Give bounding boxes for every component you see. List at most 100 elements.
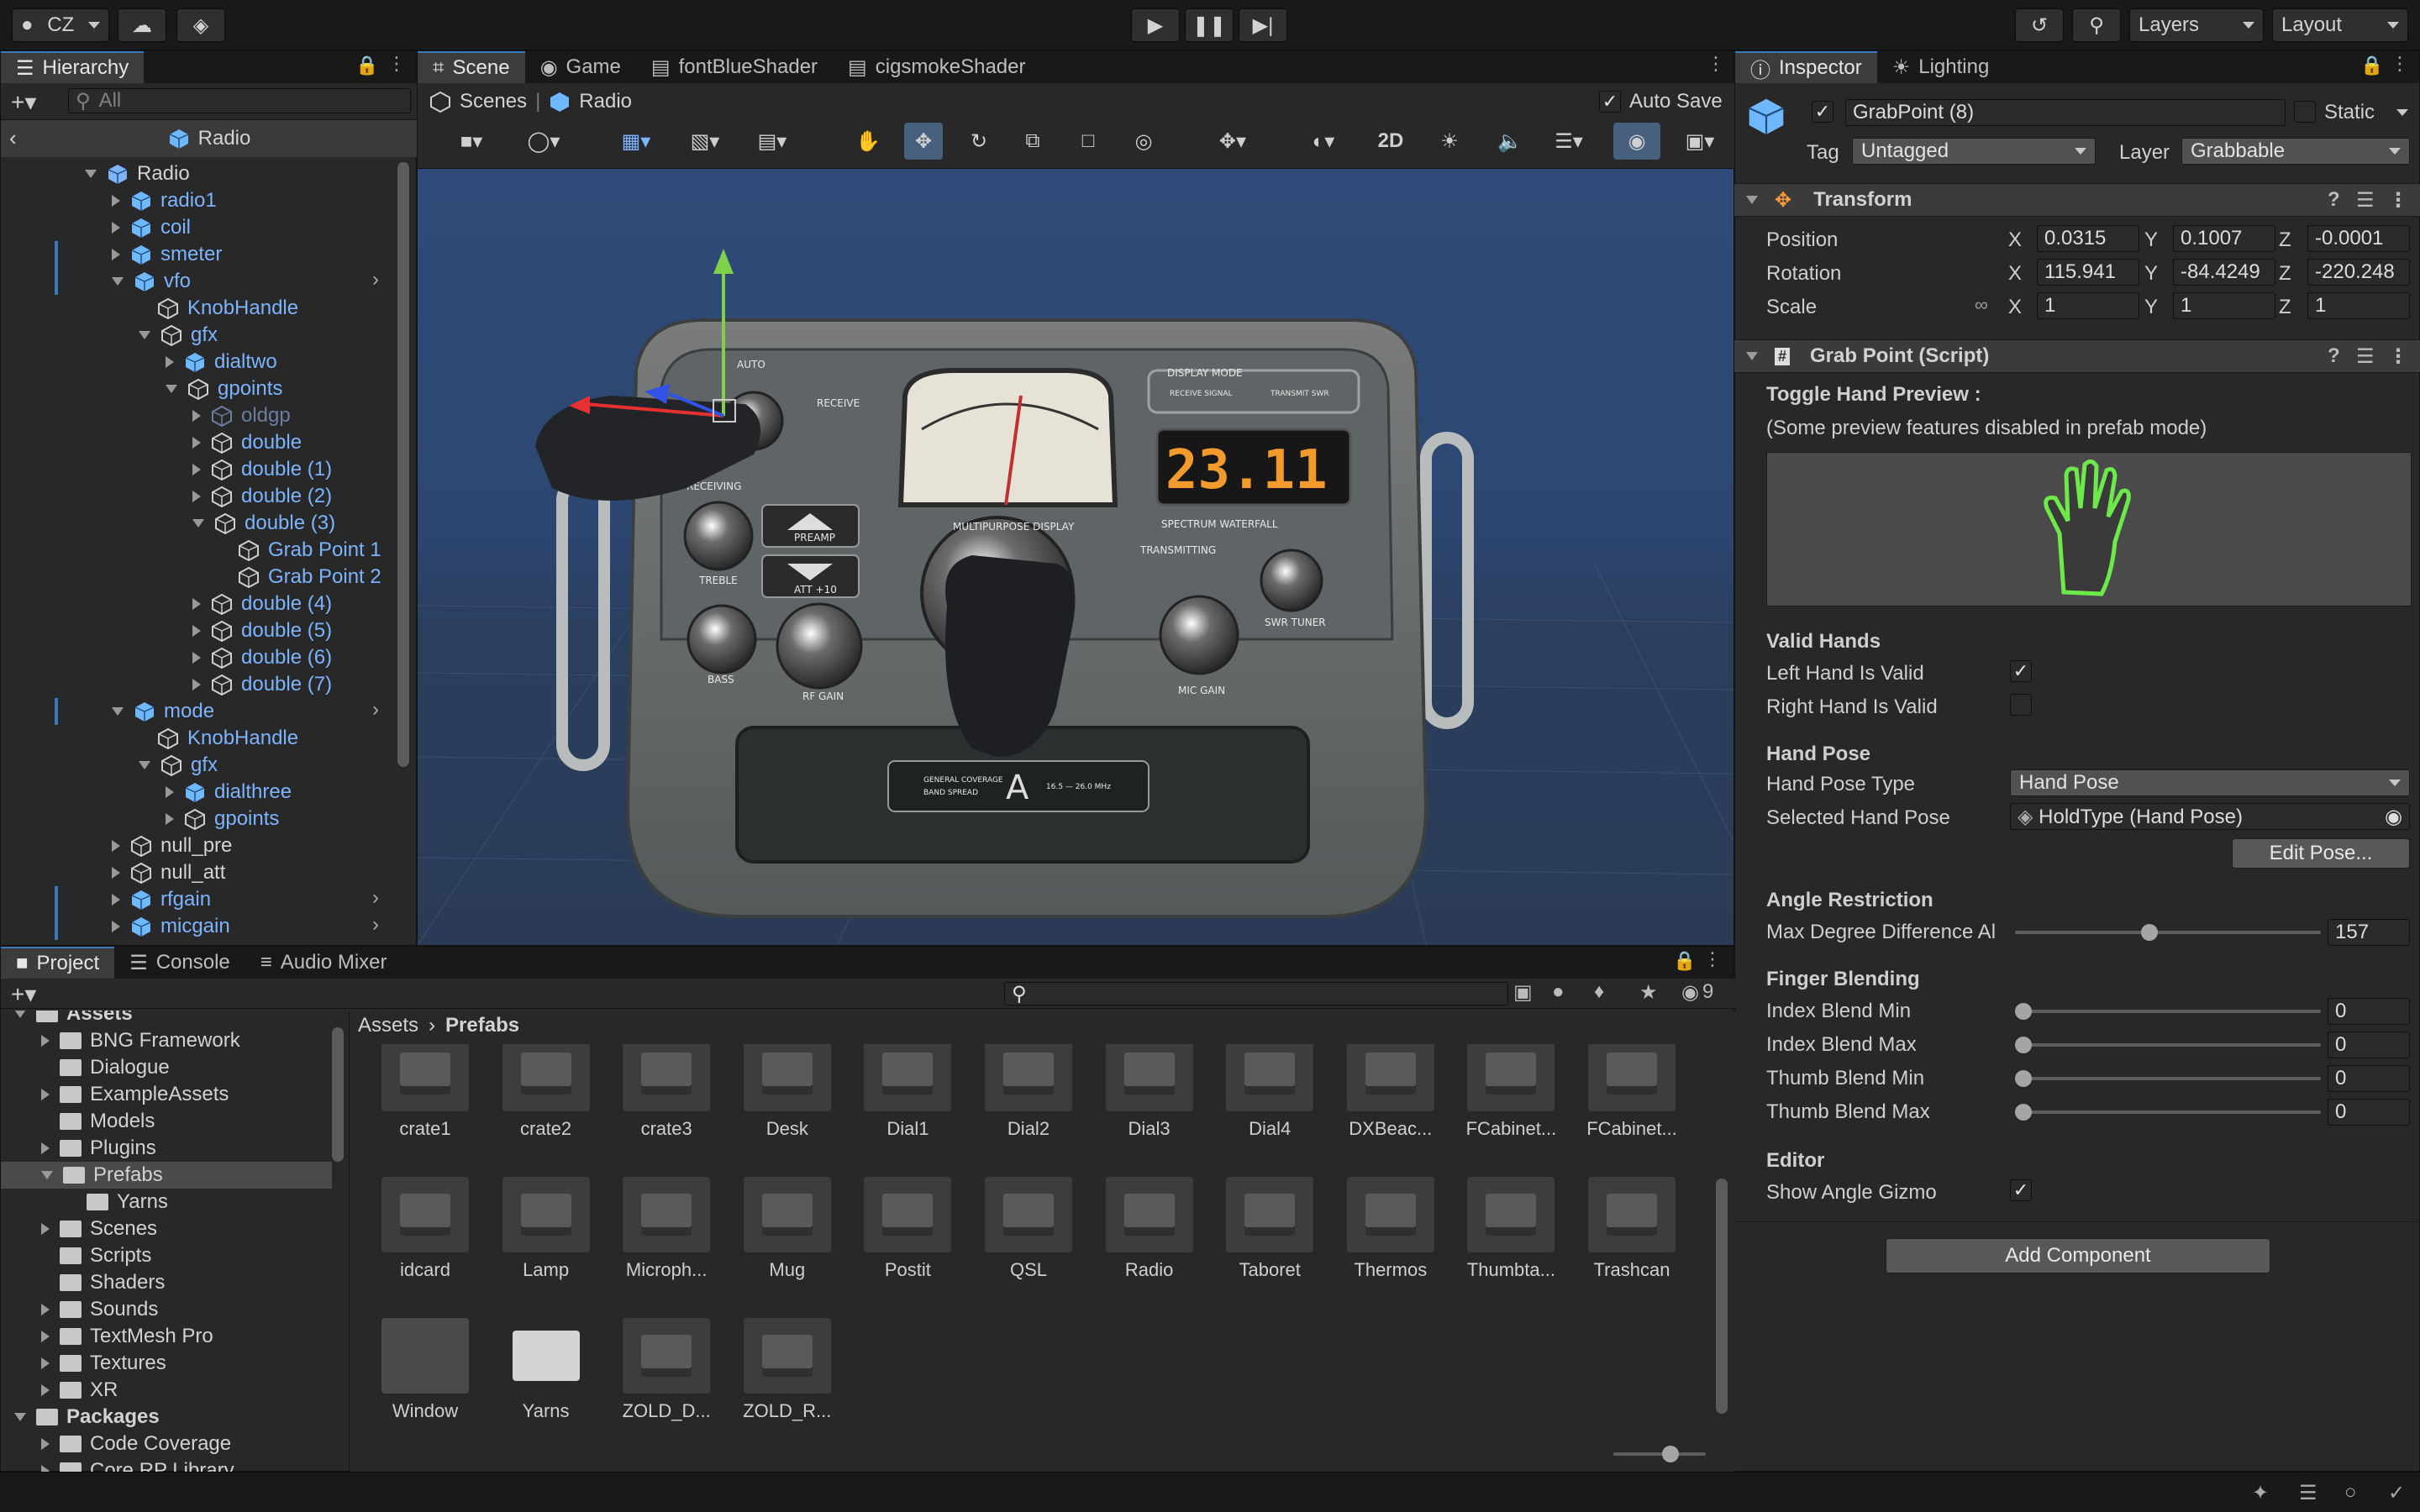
folder-item[interactable]: XR — [41, 1377, 118, 1404]
active-checkbox[interactable]: ✓ — [1812, 101, 1833, 123]
tab-inspector[interactable]: ⓘ Inspector — [1735, 51, 1877, 83]
hierarchy-item[interactable]: double (2) — [192, 483, 332, 510]
max-degree-field[interactable]: 157 — [2328, 919, 2410, 946]
prefab-breadcrumb[interactable]: ‹ Radio — [1, 120, 418, 157]
asset-item[interactable]: idcard — [375, 1177, 476, 1281]
folder-item[interactable]: Scripts — [41, 1242, 151, 1269]
lock-icon[interactable]: 🔒 — [355, 55, 378, 76]
asset-item[interactable]: crate2 — [496, 1044, 597, 1140]
tab-scene[interactable]: ⌗ Scene — [418, 51, 525, 83]
hierarchy-item[interactable]: gpoints — [166, 375, 282, 402]
breadcrumb-prefab[interactable]: Radio — [579, 90, 632, 113]
hierarchy-item[interactable]: null_pre — [112, 832, 232, 859]
position-z-field[interactable]: -0.0001 — [2307, 225, 2410, 252]
asset-item[interactable]: Dial1 — [857, 1044, 958, 1140]
increment-snap-dropdown[interactable]: ▧▾ — [676, 123, 734, 160]
foldout-arrow-icon[interactable] — [139, 761, 150, 769]
more-icon[interactable]: ⋮ — [387, 53, 406, 75]
foldout-arrow-icon[interactable] — [41, 1089, 50, 1100]
folder-item[interactable]: Scenes — [41, 1215, 157, 1242]
tab-audio-mixer[interactable]: ≡ Audio Mixer — [245, 947, 402, 979]
settings-icon[interactable]: ☰ — [2356, 344, 2375, 369]
more-icon[interactable]: ⋮ — [2391, 53, 2409, 75]
foldout-arrow-icon[interactable] — [139, 331, 150, 339]
hierarchy-item[interactable]: radio1 — [112, 187, 217, 214]
folder-item[interactable]: Shaders — [41, 1269, 165, 1296]
rotation-z-field[interactable]: -220.248 — [2307, 259, 2410, 286]
folder-item[interactable]: Code Coverage — [41, 1431, 231, 1457]
show-gizmo-checkbox[interactable]: ✓ — [2010, 1179, 2032, 1201]
lighting-dropdown[interactable]: ◐▾ — [1294, 123, 1353, 160]
hidden-packages-toggle[interactable]: ◉ 9 — [1681, 980, 1713, 1005]
step-button[interactable]: ▶| — [1239, 8, 1287, 42]
asset-item[interactable]: Thermos — [1340, 1177, 1441, 1281]
foldout-arrow-icon[interactable] — [41, 1304, 50, 1315]
more-icon[interactable]: ⋮ — [1703, 948, 1722, 970]
asset-item[interactable]: Radio — [1099, 1177, 1200, 1281]
lighting-toggle[interactable]: ☀ — [1430, 123, 1469, 160]
max-degree-slider[interactable] — [2015, 924, 2321, 941]
foldout-arrow-icon[interactable] — [166, 385, 177, 393]
tab-cigsmokeshader[interactable]: ▤ cigsmokeShader — [833, 51, 1040, 83]
pause-button[interactable]: ❚❚ — [1185, 8, 1234, 42]
hierarchy-item[interactable]: coil — [112, 214, 191, 241]
asset-item[interactable]: Microph... — [616, 1177, 717, 1281]
asset-item[interactable]: Dial2 — [978, 1044, 1079, 1140]
position-x-field[interactable]: 0.0315 — [2037, 225, 2139, 252]
folder-item[interactable]: Prefabs — [1, 1162, 332, 1189]
folder-item[interactable]: BNG Framework — [41, 1027, 240, 1054]
breadcrumb-prefabs[interactable]: Prefabs — [445, 1014, 519, 1037]
selected-pose-field[interactable]: ◈ HoldType (Hand Pose) ◉ — [2010, 803, 2410, 830]
hierarchy-item[interactable]: smeter — [112, 241, 222, 268]
foldout-arrow-icon[interactable] — [112, 867, 120, 879]
scale-x-field[interactable]: 1 — [2037, 292, 2139, 319]
foldout-arrow-icon[interactable] — [41, 1384, 50, 1396]
project-search-input[interactable]: ⚲ — [1004, 982, 1508, 1005]
hierarchy-item[interactable]: double (7) — [192, 671, 332, 698]
settings-icon[interactable]: ☰ — [2356, 188, 2375, 213]
hierarchy-item[interactable]: double (5) — [192, 617, 332, 644]
debug-icon[interactable]: ✦ — [2252, 1481, 2269, 1505]
hierarchy-item[interactable]: oldgp — [192, 402, 291, 429]
asset-item[interactable]: QSL — [978, 1177, 1079, 1281]
folder-item[interactable]: TextMesh Pro — [41, 1323, 213, 1350]
index-max-field[interactable]: 0 — [2328, 1032, 2410, 1058]
folder-item[interactable]: Assets — [14, 1011, 133, 1027]
tab-hierarchy[interactable]: ☰ Hierarchy — [1, 51, 145, 83]
slider-knob[interactable] — [2015, 1104, 2032, 1121]
asset-item[interactable]: crate1 — [375, 1044, 476, 1140]
asset-item[interactable]: Desk — [737, 1044, 838, 1140]
index-min-field[interactable]: 0 — [2328, 998, 2410, 1025]
rotation-x-field[interactable]: 115.941 — [2037, 259, 2139, 286]
cache-icon[interactable]: ☰ — [2299, 1481, 2317, 1505]
pivot-dropdown[interactable]: ✥▾ — [1203, 123, 1262, 160]
effects-dropdown[interactable]: ☰▾ — [1539, 123, 1598, 160]
thumb-min-field[interactable]: 0 — [2328, 1065, 2410, 1092]
lock-icon[interactable]: 🔒 — [2360, 55, 2383, 76]
foldout-arrow-icon[interactable] — [112, 277, 124, 286]
folder-item[interactable]: Models — [41, 1108, 155, 1135]
grid-snap-dropdown[interactable]: ▦▾ — [607, 123, 666, 160]
asset-item[interactable]: Dial3 — [1099, 1044, 1200, 1140]
right-hand-checkbox[interactable] — [2010, 694, 2032, 716]
asset-item[interactable]: FCabinet... — [1581, 1044, 1682, 1140]
foldout-arrow-icon[interactable] — [192, 679, 201, 690]
hierarchy-item[interactable]: dialthree — [166, 779, 292, 806]
label-icon[interactable]: ♦ — [1594, 980, 1604, 1004]
audio-toggle[interactable]: 🔈 — [1491, 123, 1529, 160]
hierarchy-item[interactable]: Radio — [85, 160, 190, 187]
foldout-arrow-icon[interactable] — [192, 437, 201, 449]
asset-item[interactable]: DXBeac... — [1340, 1044, 1441, 1140]
folder-item[interactable]: Core RP Library — [41, 1457, 234, 1473]
foldout-arrow-icon[interactable] — [192, 652, 201, 664]
hierarchy-item[interactable]: KnobHandle — [139, 725, 298, 752]
hierarchy-item[interactable]: Grab Point 2 — [219, 564, 381, 591]
hand-tool-button[interactable]: ✋ — [849, 123, 887, 160]
tab-fontblueshader[interactable]: ▤ fontBlueShader — [636, 51, 833, 83]
auto-save-toggle[interactable]: ✓ Auto Save — [1599, 90, 1723, 113]
add-icon[interactable]: +▾ — [11, 980, 36, 1008]
layout-dropdown[interactable]: Layout — [2272, 8, 2408, 42]
link-icon[interactable]: ∞ — [1975, 294, 1988, 316]
foldout-arrow-icon[interactable] — [41, 1142, 50, 1154]
left-hand-checkbox[interactable]: ✓ — [2010, 660, 2032, 682]
